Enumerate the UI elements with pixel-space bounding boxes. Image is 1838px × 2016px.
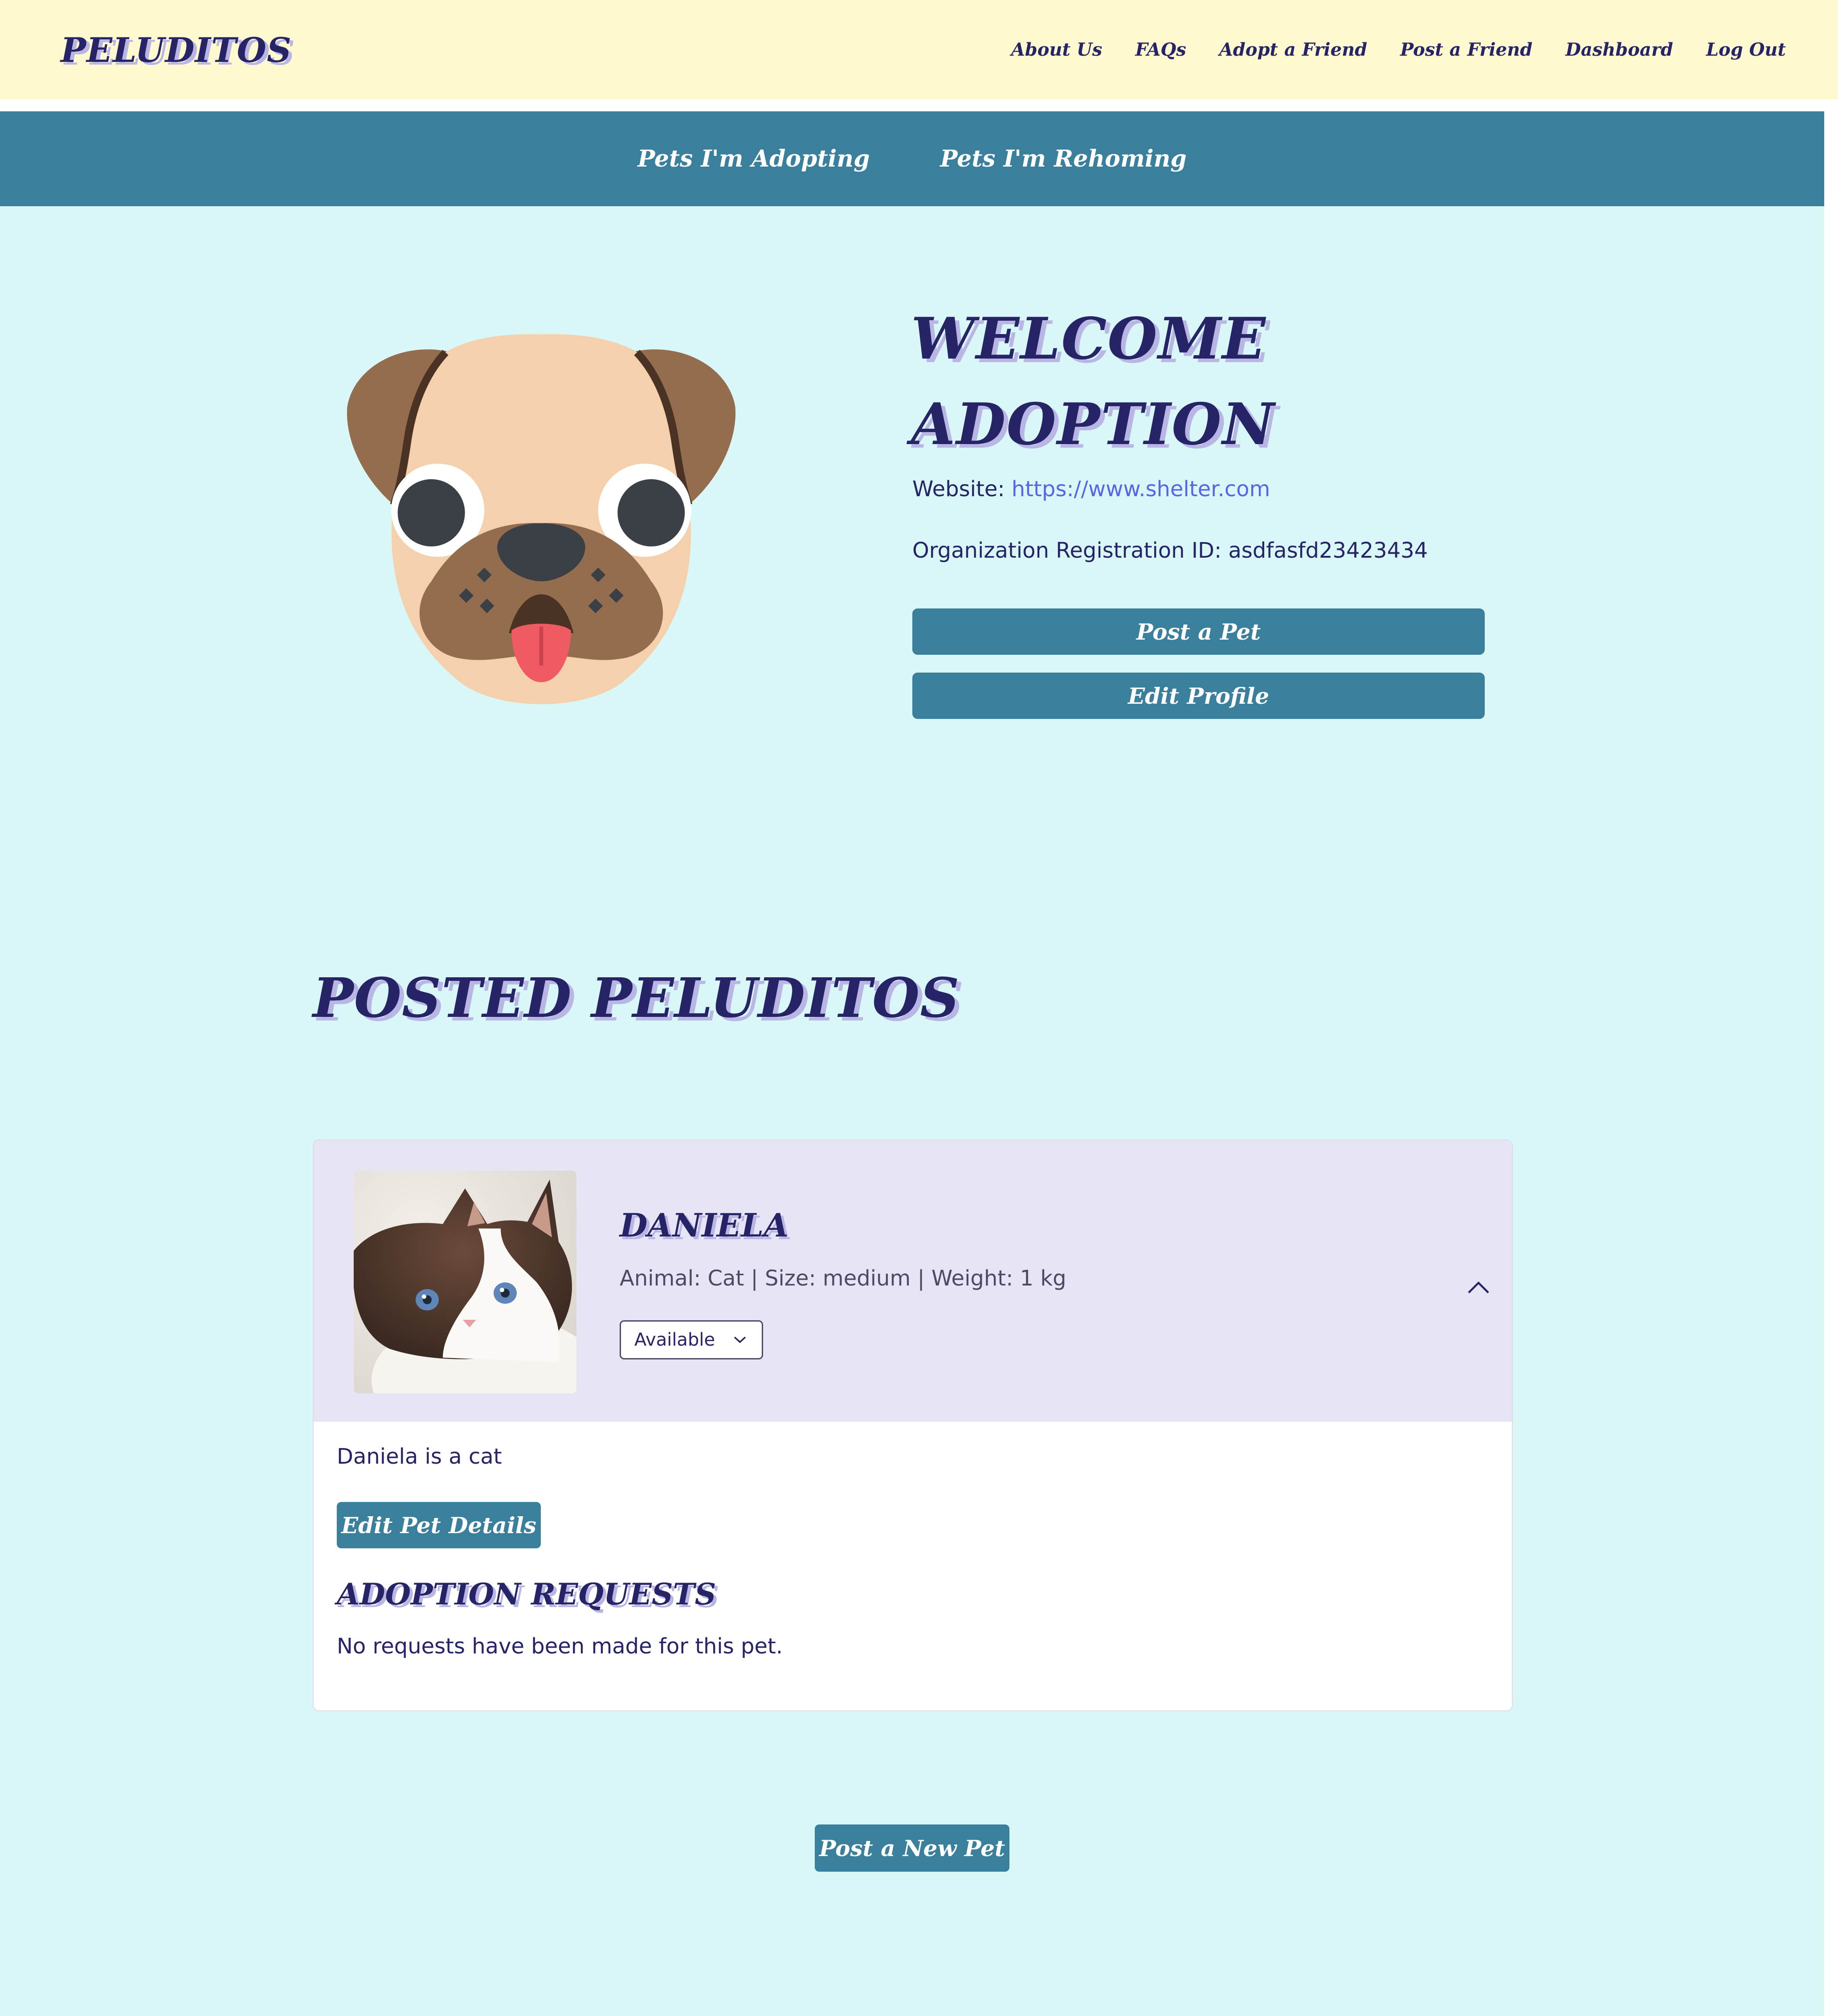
status-select[interactable]: Available (620, 1320, 763, 1359)
edit-profile-button[interactable]: Edit Profile (912, 673, 1485, 719)
brand-logo[interactable]: PELUDITOS (61, 26, 292, 75)
website-label: Website: (912, 477, 1005, 502)
welcome-heading: WELCOME ADOPTION (911, 296, 1535, 467)
post-a-pet-button[interactable]: Post a Pet (912, 608, 1485, 655)
website-info: Website: https://www.shelter.com (912, 477, 1270, 502)
pet-meta: Animal: Cat | Size: medium | Weight: 1 k… (620, 1266, 1066, 1291)
pug-face-icon (347, 334, 736, 704)
chevron-down-icon (734, 1336, 746, 1343)
chevron-up-icon[interactable] (1465, 1274, 1492, 1301)
dashboard-subnav: Pets I'm Adopting Pets I'm Rehoming (0, 111, 1824, 206)
pet-card-header[interactable]: DANIELA Animal: Cat | Size: medium | Wei… (314, 1140, 1512, 1422)
pet-photo (354, 1171, 576, 1393)
adoption-requests-empty: No requests have been made for this pet. (337, 1634, 783, 1659)
nav-links: About Us FAQs Adopt a Friend Post a Frie… (1011, 35, 1786, 64)
registration-info: Organization Registration ID: asdfasfd23… (912, 538, 1428, 563)
tab-pets-im-adopting[interactable]: Pets I'm Adopting (637, 145, 870, 172)
nav-link-faqs[interactable]: FAQs (1135, 39, 1186, 60)
registration-id: asdfasfd23423434 (1228, 538, 1428, 563)
pet-card: DANIELA Animal: Cat | Size: medium | Wei… (313, 1139, 1513, 1711)
nav-link-adopt-a-friend[interactable]: Adopt a Friend (1219, 39, 1367, 60)
nav-link-dashboard[interactable]: Dashboard (1565, 39, 1673, 60)
top-navbar: PELUDITOS About Us FAQs Adopt a Friend P… (0, 0, 1838, 99)
welcome-heading-line-2: ADOPTION (911, 391, 1275, 458)
nav-link-log-out[interactable]: Log Out (1706, 39, 1786, 60)
pet-name: DANIELA (620, 1206, 789, 1244)
nav-link-post-a-friend[interactable]: Post a Friend (1400, 39, 1532, 60)
nav-link-about-us[interactable]: About Us (1011, 39, 1103, 60)
pet-description: Daniela is a cat (337, 1444, 502, 1469)
post-new-pet-button[interactable]: Post a New Pet (815, 1824, 1009, 1872)
edit-pet-details-button[interactable]: Edit Pet Details (337, 1502, 541, 1548)
website-link[interactable]: https://www.shelter.com (1012, 477, 1270, 502)
welcome-heading-line-1: WELCOME (911, 306, 1266, 372)
adoption-requests-heading: ADOPTION REQUESTS (337, 1577, 716, 1612)
registration-label: Organization Registration ID: (912, 538, 1222, 563)
posted-peluditos-heading: POSTED PELUDITOS (313, 966, 960, 1030)
status-select-value: Available (634, 1330, 715, 1350)
tab-pets-im-rehoming[interactable]: Pets I'm Rehoming (940, 145, 1186, 172)
